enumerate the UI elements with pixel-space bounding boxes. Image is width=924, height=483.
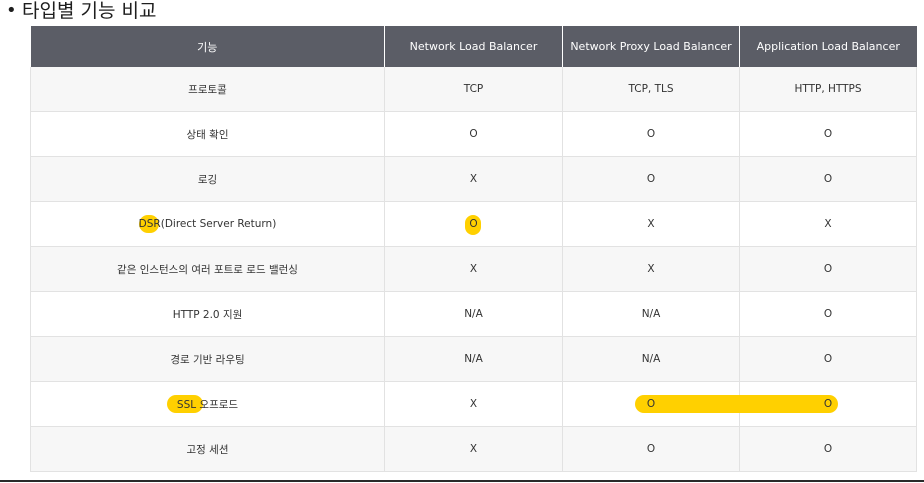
value-cell: O xyxy=(562,381,741,427)
feature-cell: 로깅 xyxy=(30,156,385,202)
feature-cell: 경로 기반 라우팅 xyxy=(30,336,385,382)
value-cell: TCP, TLS xyxy=(562,67,740,112)
value-cell: O xyxy=(562,111,740,157)
feature-cell: 고정 세션 xyxy=(30,426,385,472)
value-cell: O xyxy=(739,426,917,472)
value-cell: X xyxy=(384,426,563,472)
section-heading: • 타입별 기능 비교 xyxy=(6,0,156,22)
header-alb: Application Load Balancer xyxy=(739,26,917,67)
feature-cell: 같은 인스턴스의 여러 포트로 로드 밸런싱 xyxy=(30,246,385,292)
table-row: HTTP 2.0 지원 N/A N/A O xyxy=(30,291,917,337)
value-cell: O xyxy=(384,111,563,157)
page: • 타입별 기능 비교 기능 Network Load Balancer Net… xyxy=(0,0,924,483)
header-nplb: Network Proxy Load Balancer xyxy=(562,26,740,67)
value-cell: O xyxy=(739,381,917,427)
feature-cell: 상태 확인 xyxy=(30,111,385,157)
section-title: 타입별 기능 비교 xyxy=(22,0,157,22)
feature-cell: DSR(Direct Server Return) xyxy=(30,201,385,247)
bullet-icon: • xyxy=(6,0,17,21)
value-cell: N/A xyxy=(562,336,740,382)
value-cell: X xyxy=(384,156,563,202)
table-row: 고정 세션 X O O xyxy=(30,426,917,472)
feature-cell: SSL 오프로드 xyxy=(30,381,385,427)
header-feature: 기능 xyxy=(30,26,385,67)
value-cell: O xyxy=(739,111,917,157)
value-cell: O xyxy=(562,156,740,202)
table-row: 프로토콜 TCP TCP, TLS HTTP, HTTPS xyxy=(30,67,917,112)
comparison-table-wrap: 기능 Network Load Balancer Network Proxy L… xyxy=(30,26,917,475)
value-cell: N/A xyxy=(384,291,563,337)
table-row: SSL 오프로드 X O O xyxy=(30,381,917,427)
value-cell: O xyxy=(739,336,917,382)
value-cell: O xyxy=(739,291,917,337)
value-cell: X xyxy=(562,246,740,292)
value-cell: O xyxy=(384,201,563,247)
value-cell: O xyxy=(562,426,740,472)
table-row: 경로 기반 라우팅 N/A N/A O xyxy=(30,336,917,382)
value-cell: X xyxy=(384,246,563,292)
value-cell: O xyxy=(739,156,917,202)
feature-cell: 프로토콜 xyxy=(30,67,385,112)
value-cell: HTTP, HTTPS xyxy=(739,67,917,112)
value-cell: TCP xyxy=(384,67,563,112)
feature-cell: HTTP 2.0 지원 xyxy=(30,291,385,337)
value-cell: X xyxy=(739,201,917,247)
table-row: 같은 인스턴스의 여러 포트로 로드 밸런싱 X X O xyxy=(30,246,917,292)
value-cell: N/A xyxy=(562,291,740,337)
bottom-divider xyxy=(0,480,924,482)
table-row: 상태 확인 O O O xyxy=(30,111,917,157)
table-row: DSR(Direct Server Return) O X X xyxy=(30,201,917,247)
table-header-row: 기능 Network Load Balancer Network Proxy L… xyxy=(30,26,917,67)
value-cell: X xyxy=(562,201,740,247)
value-cell: N/A xyxy=(384,336,563,382)
comparison-table: 기능 Network Load Balancer Network Proxy L… xyxy=(30,26,917,472)
value-cell: X xyxy=(384,381,563,427)
value-cell: O xyxy=(739,246,917,292)
header-nlb: Network Load Balancer xyxy=(384,26,563,67)
table-row: 로깅 X O O xyxy=(30,156,917,202)
